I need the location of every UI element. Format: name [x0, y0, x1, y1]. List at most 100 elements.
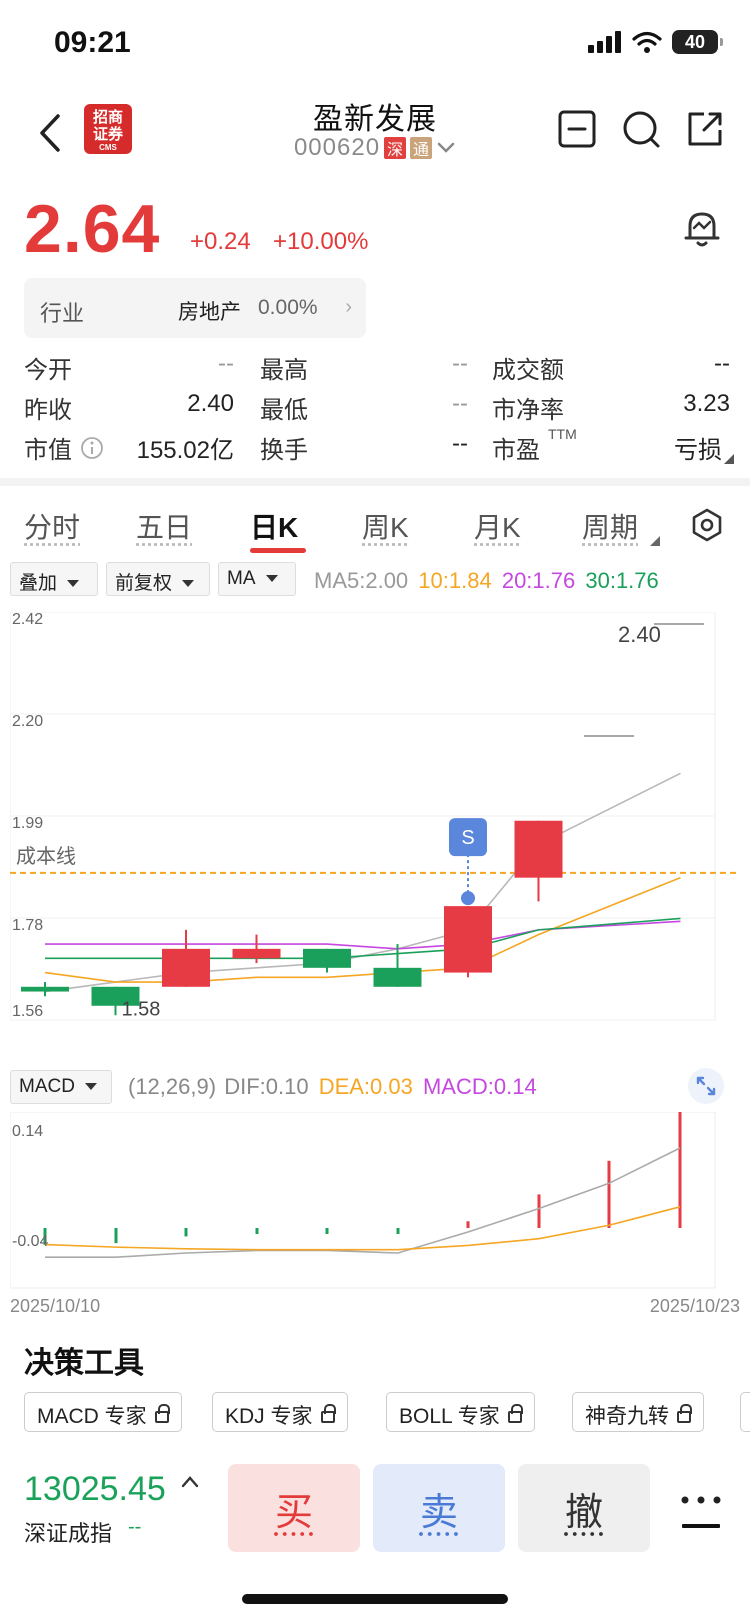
signal-dot [461, 891, 475, 906]
status-time: 09:21 [54, 26, 131, 59]
tab-daily-k[interactable]: 日K [250, 506, 298, 546]
date-end: 2025/10/23 [649, 1296, 740, 1316]
candle-body [162, 948, 210, 987]
price-change-pct: +10.00% [273, 228, 369, 255]
macd-dropdown[interactable]: MACD [10, 1070, 112, 1104]
chip-label: 神奇九转 [585, 1405, 669, 1428]
chevron-up-icon[interactable] [180, 1472, 200, 1492]
info-icon[interactable] [80, 436, 104, 460]
macd-bar [255, 1228, 259, 1234]
share-icon[interactable] [684, 108, 726, 150]
y-tick-label: 1.56 [12, 1003, 43, 1020]
industry-name: 房地产 [178, 301, 241, 324]
macd-bar [396, 1228, 400, 1234]
indicator-label: MA [227, 568, 256, 589]
overlay-label: 叠加 [19, 573, 58, 594]
market-tag-tong: 通 [410, 137, 433, 159]
tab-five-day[interactable]: 五日 [136, 506, 192, 546]
mcap-label: 市值 [24, 437, 72, 464]
chevron-right-icon: › [345, 296, 352, 318]
settings-icon[interactable] [690, 508, 724, 542]
y-tick-label: 1.78 [12, 917, 43, 934]
macd-select-label: MACD [19, 1076, 75, 1097]
y-tick-label: -0.04 [12, 1233, 49, 1250]
tab-period[interactable]: 周期 [582, 506, 638, 546]
mcap-value: 155.02亿 [136, 437, 234, 464]
minus-square-icon[interactable] [556, 108, 598, 150]
turnover-value: -- [452, 430, 468, 457]
dif-legend: DIF:0.10 [224, 1074, 309, 1099]
tab-monthly-k[interactable]: 月K [474, 506, 521, 546]
index-value[interactable]: 13025.45 [24, 1470, 166, 1509]
open-value: -- [218, 350, 234, 377]
expand-corner-icon[interactable] [724, 454, 734, 464]
status-bar: 09:21 40 [0, 0, 750, 90]
quote-row: 昨收 2.40 最低 -- 市净率 3.23 [24, 386, 730, 426]
battery-icon: 40 [672, 30, 723, 54]
high-label: 最高 [260, 357, 308, 384]
signal-label: S [461, 827, 474, 849]
tool-chip-more[interactable] [740, 1392, 750, 1432]
tool-chip-kdj[interactable]: KDJ 专家 [212, 1392, 348, 1432]
adjust-label: 前复权 [115, 573, 173, 594]
kline-chart[interactable]: 2.42 2.20 1.99 1.78 1.56 成本线 S 1.58 2.40 [9, 611, 740, 1060]
stock-code: 000620 [293, 134, 381, 161]
cancel-order-button[interactable]: 撤 [518, 1464, 650, 1552]
industry-row[interactable]: 行业 房地产 0.00% › [24, 278, 366, 338]
industry-pct: 0.00% [258, 296, 318, 319]
macd-params: (12,26,9) [128, 1074, 217, 1099]
chevron-down-icon [437, 142, 455, 153]
quote-grid: 今开 -- 最高 -- 成交额 -- 昨收 2.40 最低 -- 市净率 3.2… [24, 346, 734, 466]
nav-actions [556, 108, 726, 150]
caret-down-icon [182, 580, 195, 588]
indicator-dropdown[interactable]: MA [218, 562, 296, 596]
tab-intraday[interactable]: 分时 [24, 506, 80, 546]
buy-button[interactable]: 买 [228, 1464, 360, 1552]
ma10-line [44, 876, 681, 983]
low-label: 最低 [260, 397, 308, 424]
macd-value-legend: MACD:0.14 [422, 1074, 537, 1099]
macd-bar [466, 1221, 470, 1228]
turnover-label: 换手 [260, 437, 308, 464]
adjust-dropdown[interactable]: 前复权 [106, 562, 210, 596]
lock-icon [507, 1404, 523, 1424]
pe-ttm-sup: TTM [548, 426, 577, 442]
search-icon[interactable] [620, 108, 662, 150]
chip-label: MACD 专家 [37, 1405, 147, 1428]
wifi-icon [632, 31, 662, 53]
ma5-legend: MA5:2.00 [314, 568, 409, 593]
caret-down-icon [67, 580, 80, 588]
more-icon[interactable] [676, 1488, 726, 1538]
dea-legend: DEA:0.03 [318, 1074, 413, 1099]
index-change: -- [128, 1516, 142, 1538]
high-value: -- [452, 350, 468, 377]
home-indicator[interactable] [242, 1594, 508, 1604]
fullscreen-icon[interactable] [688, 1068, 724, 1104]
tool-chip-nine[interactable]: 神奇九转 [572, 1392, 704, 1432]
ma10-legend: 10:1.84 [418, 568, 492, 593]
macd-controls: MACD (12,26,9) DIF:0.10 DEA:0.03 MACD:0.… [10, 1068, 740, 1108]
turnover-amt-value: -- [714, 350, 730, 377]
signal-icon [588, 31, 621, 53]
macd-chart[interactable]: 0.14 -0.04 [9, 1110, 740, 1294]
tab-active-indicator [250, 548, 306, 553]
ma20-legend: 20:1.76 [501, 568, 576, 593]
date-start: 2025/10/10 [10, 1296, 101, 1316]
tool-chip-boll[interactable]: BOLL 专家 [386, 1392, 535, 1432]
last-price: 2.64 [24, 191, 161, 267]
y-tick-label: 0.14 [12, 1123, 43, 1140]
macd-bar [114, 1228, 118, 1244]
overlay-dropdown[interactable]: 叠加 [10, 562, 98, 596]
kline-svg: 2.42 2.20 1.99 1.78 1.56 成本线 S 1.58 2.40 [9, 611, 740, 1021]
y-tick-label: 2.42 [12, 612, 43, 628]
pe-value: 亏损 [674, 437, 722, 464]
tool-chip-macd[interactable]: MACD 专家 [24, 1392, 182, 1432]
sell-button[interactable]: 卖 [373, 1464, 505, 1552]
macd-svg: 0.14 -0.04 [9, 1110, 716, 1289]
pe-label: 市盈 [492, 437, 540, 464]
dif-line [45, 1147, 681, 1258]
price-alert-icon[interactable] [680, 206, 724, 250]
lock-icon [677, 1404, 692, 1424]
tab-weekly-k[interactable]: 周K [362, 506, 409, 546]
macd-bar [325, 1228, 329, 1234]
